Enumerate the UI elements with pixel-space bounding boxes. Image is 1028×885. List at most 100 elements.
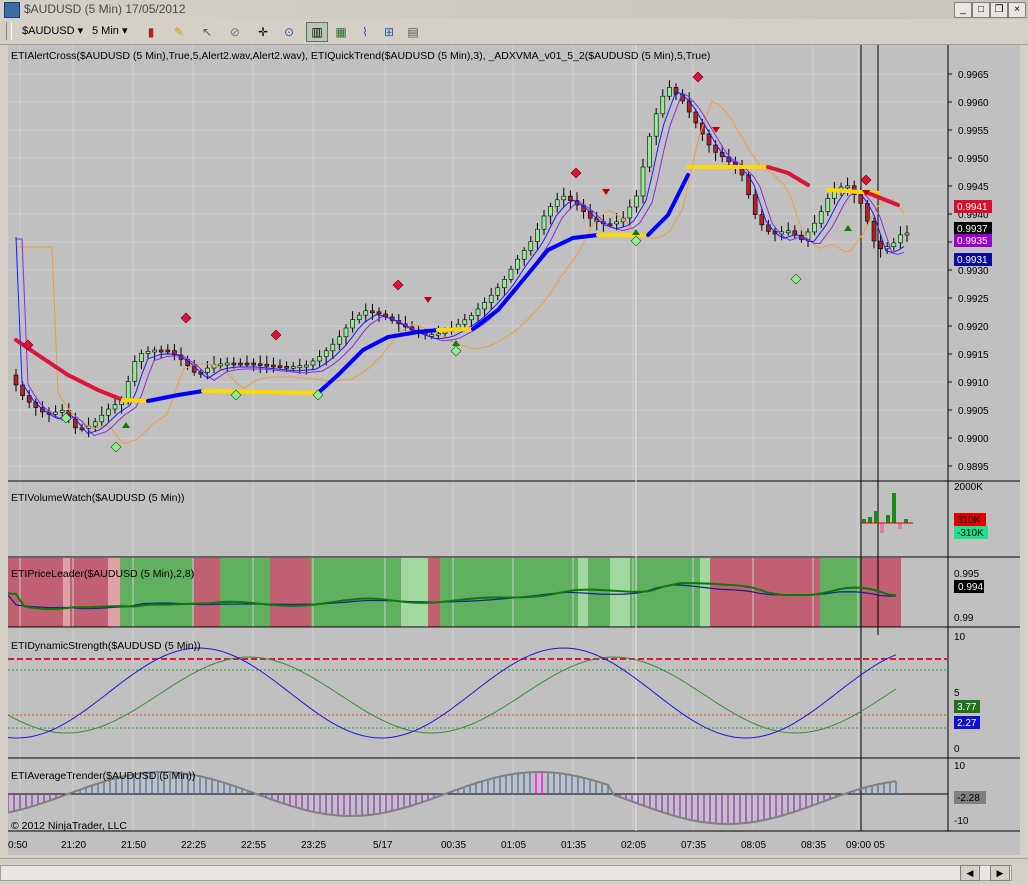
chart-area[interactable]: ETIAlertCross($AUDUSD (5 Min),True,5,Ale… — [8, 45, 1020, 855]
candle-body — [264, 364, 270, 367]
candle-body — [878, 240, 883, 250]
candle-body — [92, 421, 98, 427]
strength-panel-label: ETIDynamicStrength($AUDUSD (5 Min)) — [11, 640, 201, 652]
candle-body — [541, 215, 547, 230]
price-tick-label: 0.9895 — [958, 462, 989, 473]
candle-body — [488, 294, 494, 303]
candle-body — [548, 206, 553, 217]
pointer-icon[interactable]: ↖ — [196, 22, 218, 42]
properties-icon[interactable]: ▤ — [402, 22, 424, 42]
candle-body — [706, 133, 712, 146]
candle-body — [561, 195, 567, 201]
restore-button[interactable]: ❐ — [990, 2, 1008, 18]
time-tick-label: 08:05 — [741, 840, 766, 851]
time-tick-label: 08:35 — [801, 840, 826, 851]
leader-band — [201, 558, 220, 627]
volume-badge-down: -310K — [957, 528, 984, 539]
time-tick-label: 01:05 — [501, 840, 526, 851]
candlestick-icon[interactable]: ▮ — [140, 22, 162, 42]
candle-body — [125, 381, 131, 401]
interval-selector[interactable]: 5 Min ▾ — [92, 21, 128, 41]
volume-bar — [886, 515, 890, 523]
price-tick-label: 0.9945 — [958, 182, 989, 193]
grid-icon[interactable]: ▦ — [330, 22, 352, 42]
price-badge-blue: 0.9931 — [957, 255, 988, 266]
leader-band — [428, 558, 440, 627]
candle-body — [752, 194, 758, 215]
candle-body — [554, 199, 560, 207]
price-tick-label: 0.9920 — [958, 322, 989, 333]
price-tick-label: 0.9900 — [958, 434, 989, 445]
candle-body — [158, 349, 164, 353]
candle-body — [218, 363, 223, 367]
candle-body — [53, 411, 58, 415]
indicators-icon[interactable]: ⊞ — [378, 22, 400, 42]
candle-body — [528, 241, 534, 251]
trend-line-segment — [201, 389, 320, 395]
candle-body — [429, 334, 435, 337]
price-panel[interactable] — [8, 45, 948, 481]
time-tick-label: 21:50 — [121, 840, 146, 851]
candle-body — [785, 230, 791, 234]
strength-badge-blue: 2.27 — [957, 718, 977, 729]
candle-body — [132, 361, 138, 382]
candle-body — [508, 268, 514, 280]
candle-body — [290, 366, 296, 369]
magnet-icon[interactable]: ⊘ — [224, 22, 246, 42]
candle-body — [112, 404, 118, 410]
minimize-button[interactable]: _ — [954, 2, 972, 18]
chevron-down-icon: ▾ — [121, 25, 128, 37]
candle-body — [634, 195, 639, 208]
price-tick-label: 0.9925 — [958, 294, 989, 305]
crosshair-icon[interactable]: ✛ — [252, 22, 274, 42]
volume-bar — [868, 517, 872, 523]
candle-body — [627, 206, 633, 219]
zoom-icon[interactable]: ⊙ — [278, 22, 300, 42]
leader-band — [401, 558, 428, 627]
strength-badge-green: 3.77 — [957, 702, 977, 713]
instrument-label: $AUDUSD — [22, 25, 75, 37]
price-tick-label: 0.9905 — [958, 406, 989, 417]
price-tick-label: 0.9930 — [958, 266, 989, 277]
candle-body — [337, 336, 342, 345]
leader-tick-label: 0.99 — [954, 613, 974, 624]
candle-body — [370, 310, 375, 314]
candle-body — [330, 343, 336, 352]
candle-body — [495, 287, 501, 296]
close-button[interactable]: × — [1008, 2, 1026, 18]
candle-body — [376, 311, 382, 315]
candle-body — [271, 364, 276, 368]
chart-svg[interactable]: ETIAlertCross($AUDUSD (5 Min),True,5,Ale… — [8, 45, 1020, 855]
candle-body — [502, 279, 507, 289]
horizontal-scrollbar[interactable] — [0, 865, 1012, 881]
instrument-selector[interactable]: $AUDUSD ▾ — [22, 21, 83, 41]
strength-tick-label: 5 — [954, 688, 960, 699]
pencil-icon[interactable]: ✎ — [168, 22, 190, 42]
time-tick-label: 0:50 — [8, 840, 28, 851]
candle-body — [363, 310, 369, 316]
time-tick-label: 02:05 — [621, 840, 646, 851]
candle-body — [469, 315, 474, 321]
time-tick-label: 09:00 05 — [846, 840, 885, 851]
scroll-left-icon[interactable]: ◀ — [960, 865, 980, 881]
time-tick-label: 01:35 — [561, 840, 586, 851]
line-chart-icon[interactable]: ⌇ — [354, 22, 376, 42]
chevron-down-icon: ▾ — [77, 25, 84, 37]
price-badge-black: 0.9937 — [957, 224, 988, 235]
leader-tick-label: 0.995 — [954, 569, 979, 580]
candle-body — [759, 214, 765, 226]
candle-body — [693, 111, 699, 124]
maximize-button[interactable]: □ — [972, 2, 990, 18]
scroll-right-icon[interactable]: ▶ — [990, 865, 1010, 881]
candle-body — [568, 195, 573, 201]
candle-body — [812, 222, 817, 233]
candle-body — [521, 250, 527, 260]
volume-tick-label: 2000K — [954, 482, 983, 493]
leader-band — [700, 558, 710, 627]
candle-body — [284, 365, 289, 369]
candle-body — [462, 319, 468, 325]
candle-body — [818, 211, 824, 224]
volume-bar — [892, 493, 896, 523]
candle-body — [898, 234, 903, 244]
bar-chart-icon[interactable]: ▥ — [306, 22, 328, 42]
